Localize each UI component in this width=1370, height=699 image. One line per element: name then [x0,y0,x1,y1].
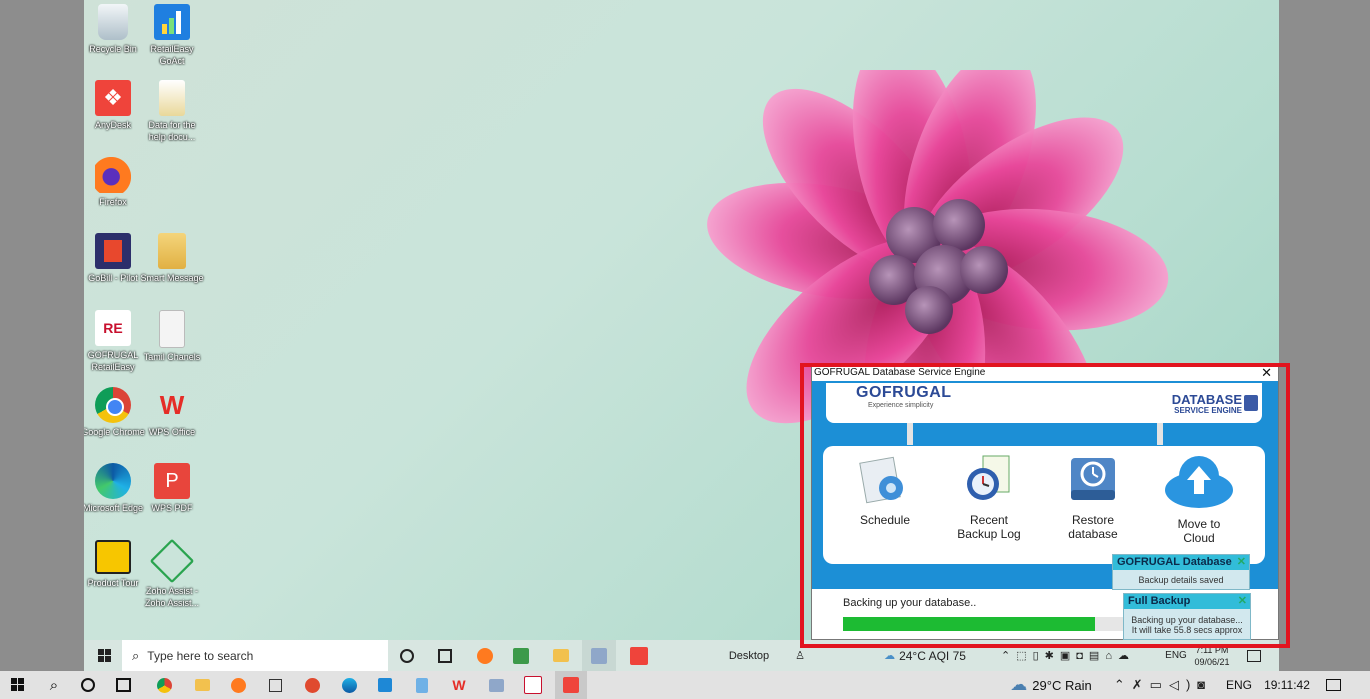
desktop-toolbar-label[interactable]: Desktop [724,640,774,671]
desktop-icon-label: Smart Message [140,273,204,283]
host-taskbar: ⌕ W ☁ 29°C Rain ⌃✗▭◁)◙ ENG 19:11:42 [0,671,1370,699]
desktop-icon-gobill-pilot[interactable]: GoBill - Pilot [84,233,145,284]
folder-icon [158,233,186,269]
anydesk-icon: ❖ [95,80,131,116]
document-icon [159,310,185,348]
desktop-icon-smart-message[interactable]: Smart Message [140,233,204,284]
taskbar-anydesk-icon[interactable] [624,640,654,671]
host-paint-icon[interactable] [484,671,508,699]
clock-date: 09/06/21 [1194,656,1230,667]
desktop-icon-anydesk[interactable]: ❖ AnyDesk [84,80,145,131]
desktop-icon-product-tour[interactable]: Product Tour [84,540,145,589]
host-weather-widget[interactable]: ☁ 29°C Rain [1000,671,1102,699]
host-task-view-icon[interactable] [113,671,133,699]
taskbar-paint-icon[interactable] [582,640,616,671]
bar-chart-app-icon [154,4,190,40]
host-wps-icon[interactable]: W [447,671,471,699]
host-app-icon[interactable] [300,671,324,699]
recycle-bin-icon [98,4,128,40]
desktop-icon-label: RetailEasy GoAct [150,44,194,66]
zoho-assist-icon [149,538,195,584]
folder-icon [159,80,185,116]
retaileasy-icon: RE [95,310,131,346]
host-window-icon[interactable] [263,671,287,699]
desktop-icon-label: GOFRUGAL RetailEasy [87,350,139,372]
desktop-icon-label: WPS PDF [151,503,193,513]
host-search-icon[interactable]: ⌕ [44,671,64,699]
task-view-icon[interactable] [434,640,456,671]
desktop-icon-label: Data for the help docu... [148,120,196,142]
right-gray-border [1279,0,1370,671]
host-tray-icons[interactable]: ⌃✗▭◁)◙ [1104,671,1222,699]
search-icon: ⌕ [132,647,140,663]
weather-icon: ☁ [884,650,896,662]
wps-office-icon: W [159,390,185,420]
host-firefox-icon[interactable] [226,671,250,699]
desktop-icon-label: AnyDesk [94,120,131,130]
host-cortana-icon[interactable] [78,671,98,699]
desktop-icon-label: Google Chrome [84,427,145,437]
windows-logo-icon [98,648,111,662]
host-retaileasy-icon[interactable] [521,671,545,699]
wps-pdf-icon: P [154,463,190,499]
desktop-icon-label: Zoho Assist - Zoho Assist... [144,586,200,608]
desktop-icon-zoho-assist[interactable]: Zoho Assist - Zoho Assist... [140,538,204,609]
desktop-icon-google-chrome[interactable]: Google Chrome [84,387,145,438]
desktop-icon-gofrugal-retaileasy[interactable]: RE GOFRUGAL RetailEasy [84,310,145,373]
desktop-icon-retaileasy-goact[interactable]: RetailEasy GoAct [140,4,204,67]
desktop-icon-label: WPS Office [148,427,196,437]
remote-search-box[interactable]: ⌕ Type here to search [122,640,388,671]
host-notepad-icon[interactable] [410,671,434,699]
desktop-icon-label: Firefox [99,197,127,207]
highlight-red-box [800,363,1290,648]
desktop-icon-label: Product Tour [87,578,139,588]
desktop-icon-microsoft-edge[interactable]: Microsoft Edge [84,463,145,514]
remote-start-button[interactable] [88,640,122,671]
gobill-icon [95,233,131,269]
desktop-icon-label: Microsoft Edge [84,503,144,513]
product-tour-icon [95,540,131,574]
host-start-button[interactable] [6,671,30,699]
desktop-icon-tamil-chanels[interactable]: Tamil Chanels [140,310,204,363]
desktop-icon-label: Tamil Chanels [143,352,201,362]
rain-cloud-icon: ☁ [1010,675,1028,694]
search-placeholder: Type here to search [147,648,254,663]
taskbar-firefox-icon[interactable] [472,640,498,671]
desktop-icon-firefox[interactable]: Firefox [84,157,145,208]
desktop-icon-wps-pdf[interactable]: P WPS PDF [140,463,204,514]
host-clock[interactable]: 19:11:42 [1260,671,1314,699]
host-language-indicator[interactable]: ENG [1224,671,1254,699]
desktop-icon-label: Recycle Bin [89,44,137,54]
edge-icon [95,463,131,499]
desktop-icon-wps-office[interactable]: W WPS Office [140,387,204,438]
cortana-icon[interactable] [396,640,418,671]
host-chrome-icon[interactable] [152,671,176,699]
host-notification-icon[interactable] [1322,671,1344,699]
taskbar-file-explorer-icon[interactable] [548,640,574,671]
host-file-explorer-icon[interactable] [190,671,214,699]
host-anydesk-icon[interactable] [555,671,587,699]
desktop-icon-label: GoBill - Pilot [88,273,138,283]
host-edge-icon[interactable] [337,671,361,699]
desktop-icon-data-docs[interactable]: Data for the help docu... [140,80,204,143]
left-gray-border [0,0,84,671]
windows-logo-icon [11,678,24,691]
chrome-icon [95,387,131,423]
firefox-icon [95,157,131,193]
host-vscode-icon[interactable] [373,671,397,699]
taskbar-app-icon[interactable] [508,640,534,671]
desktop-icon-recycle-bin[interactable]: Recycle Bin [84,4,145,55]
